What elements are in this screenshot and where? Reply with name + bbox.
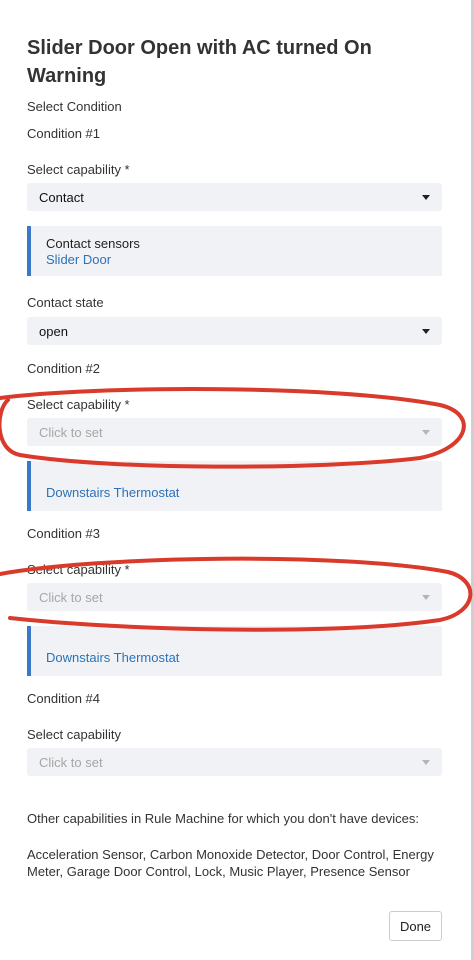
caret-down-icon	[422, 429, 430, 435]
condition-4-capability-select[interactable]: Click to set	[27, 748, 442, 776]
contact-state-value: open	[39, 323, 68, 339]
done-button[interactable]: Done	[389, 911, 442, 941]
condition-1-capability-value: Contact	[39, 189, 84, 205]
condition-2-capability-select[interactable]: Click to set	[27, 418, 442, 446]
other-capabilities-list: Acceleration Sensor, Carbon Monoxide Det…	[27, 847, 434, 879]
condition-1-device-card[interactable]: Contact sensors Slider Door	[27, 226, 442, 276]
caret-down-icon	[422, 194, 430, 200]
condition-3-capability-label: Select capability *	[27, 562, 130, 577]
page-title: Slider Door Open with AC turned On Warni…	[27, 37, 372, 87]
device-card-title: Contact sensors	[46, 236, 140, 251]
condition-3-heading: Condition #3	[27, 526, 100, 541]
caret-down-icon	[422, 759, 430, 765]
condition-2-capability-placeholder: Click to set	[39, 424, 103, 440]
device-link-slider-door[interactable]: Slider Door	[46, 252, 442, 268]
condition-1-capability-select[interactable]: Contact	[27, 183, 442, 211]
condition-2-device-card[interactable]: Downstairs Thermostat	[27, 461, 442, 511]
condition-3-capability-placeholder: Click to set	[39, 589, 103, 605]
condition-3-capability-select[interactable]: Click to set	[27, 583, 442, 611]
caret-down-icon	[422, 594, 430, 600]
condition-4-capability-placeholder: Click to set	[39, 754, 103, 770]
device-link-downstairs-thermostat[interactable]: Downstairs Thermostat	[46, 650, 442, 666]
caret-down-icon	[422, 328, 430, 334]
condition-4-capability-label: Select capability	[27, 727, 121, 742]
condition-4-heading: Condition #4	[27, 691, 100, 706]
select-condition-label: Select Condition	[27, 99, 122, 114]
contact-state-label: Contact state	[27, 295, 104, 310]
other-capabilities-intro: Other capabilities in Rule Machine for w…	[27, 811, 419, 826]
condition-1-heading: Condition #1	[27, 126, 100, 141]
condition-2-heading: Condition #2	[27, 361, 100, 376]
condition-1-capability-label: Select capability *	[27, 162, 130, 177]
device-link-downstairs-thermostat[interactable]: Downstairs Thermostat	[46, 485, 442, 501]
condition-3-device-card[interactable]: Downstairs Thermostat	[27, 626, 442, 676]
rule-editor-page: Slider Door Open with AC turned On Warni…	[0, 0, 474, 960]
contact-state-select[interactable]: open	[27, 317, 442, 345]
condition-2-capability-label: Select capability *	[27, 397, 130, 412]
